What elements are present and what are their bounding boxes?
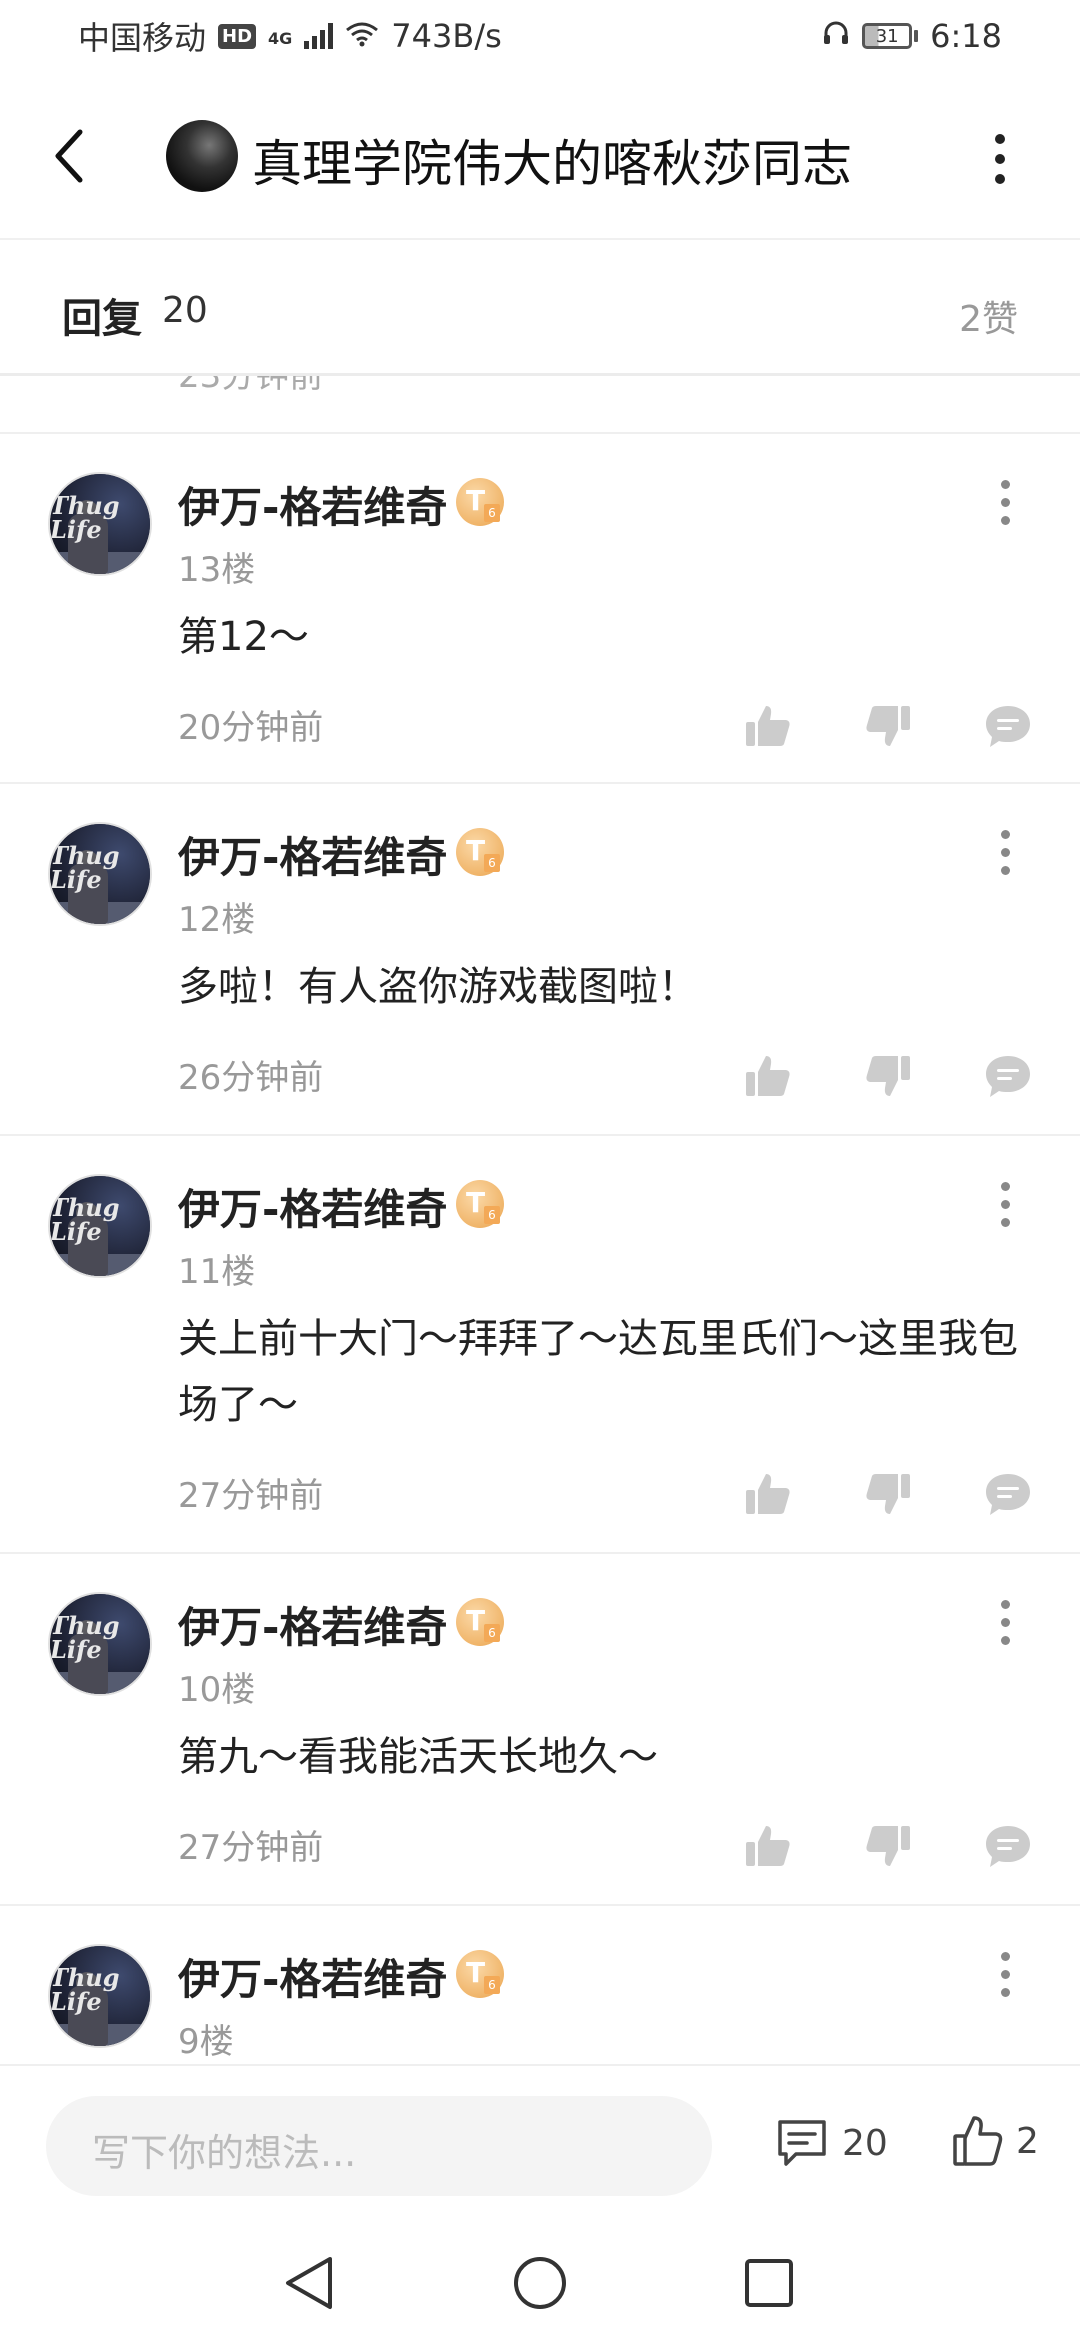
thumbs-up-icon[interactable] xyxy=(740,1818,796,1874)
carrier-label: 中国移动 xyxy=(78,19,207,57)
floor-number: 12楼 xyxy=(178,900,256,940)
thumbs-down-icon[interactable] xyxy=(860,698,916,754)
comment-count: 20 xyxy=(842,2122,888,2164)
status-right: 31 6:18 xyxy=(822,17,1002,55)
reply-label: 回复 xyxy=(62,296,142,342)
avatar-caption: Thug Life xyxy=(50,1963,120,2016)
comment-actions xyxy=(740,1048,1040,1108)
comment-actions xyxy=(740,1818,1040,1878)
comment-icon xyxy=(778,2120,826,2166)
forum-avatar[interactable] xyxy=(166,120,238,192)
comment-time: 26分钟前 xyxy=(178,1058,324,1098)
back-button[interactable] xyxy=(40,126,100,186)
username[interactable]: 伊万-格若维奇 xyxy=(178,1176,447,1237)
avatar[interactable]: Thug Life xyxy=(48,472,152,576)
triangle-back-icon xyxy=(286,2257,332,2309)
more-vertical-icon[interactable] xyxy=(990,822,1020,882)
floor-number: 10楼 xyxy=(178,1670,256,1710)
comment-text: 第12～ xyxy=(178,614,309,660)
page: 中国移动 HD 4G 743B/s 31 6:18 真理学院伟大的喀秋莎同志 2… xyxy=(0,0,1080,2340)
battery-icon: 31 xyxy=(862,23,919,49)
like-button[interactable]: 2 xyxy=(952,2114,1039,2168)
more-vertical-icon[interactable] xyxy=(990,1944,1020,2004)
bottom-comment-bar: 写下你的想法... 20 2 xyxy=(0,2064,1080,2224)
avatar[interactable]: Thug Life xyxy=(48,1592,152,1696)
more-vertical-icon[interactable] xyxy=(990,1592,1020,1652)
clock-label: 6:18 xyxy=(930,17,1002,55)
title-bar: 真理学院伟大的喀秋莎同志 xyxy=(0,102,1080,212)
wifi-icon xyxy=(345,17,379,55)
signal-icon xyxy=(304,23,334,49)
like-count: 2 xyxy=(1016,2120,1039,2162)
comment-text: 多啦！有人盗你游戏截图啦！ xyxy=(178,964,698,1010)
chat-bubble-icon[interactable] xyxy=(980,1466,1036,1522)
thumbs-up-icon[interactable] xyxy=(740,698,796,754)
username[interactable]: 伊万-格若维奇 xyxy=(178,474,447,535)
comment-text: 关上前十大门～拜拜了～达瓦里氏们～这里我包场了～ xyxy=(178,1316,1018,1428)
chat-bubble-icon[interactable] xyxy=(980,698,1036,754)
network-type-label: 4G xyxy=(268,29,293,48)
square-recents-icon xyxy=(745,2259,793,2307)
status-left: 中国移动 HD 4G 743B/s xyxy=(78,13,502,59)
more-vertical-icon[interactable] xyxy=(990,1174,1020,1234)
page-title[interactable]: 真理学院伟大的喀秋莎同志 xyxy=(252,124,852,196)
reply-summary-bar: 回复 20 2赞 xyxy=(0,240,1080,376)
level-badge-icon: T6 xyxy=(456,1598,504,1646)
more-vertical-icon[interactable] xyxy=(980,124,1020,194)
avatar[interactable]: Thug Life xyxy=(48,1174,152,1278)
thumbs-up-outline-icon xyxy=(953,2116,1003,2166)
headphones-icon xyxy=(822,17,850,55)
username[interactable]: 伊万-格若维奇 xyxy=(178,1946,447,2007)
username[interactable]: 伊万-格若维奇 xyxy=(178,1594,447,1655)
chat-bubble-icon[interactable] xyxy=(980,1818,1036,1874)
floor-number: 11楼 xyxy=(178,1252,256,1292)
status-bar: 中国移动 HD 4G 743B/s 31 6:18 xyxy=(0,0,1080,72)
comments-button[interactable]: 20 xyxy=(776,2118,888,2168)
chat-bubble-icon[interactable] xyxy=(980,1048,1036,1104)
avatar-caption: Thug Life xyxy=(50,491,120,544)
battery-level-label: 31 xyxy=(862,23,913,49)
comment-item[interactable]: Thug Life 伊万-格若维奇 T6 9楼 xyxy=(0,1906,1080,2064)
comment-input-placeholder: 写下你的想法... xyxy=(92,2131,357,2175)
thumbs-up-icon[interactable] xyxy=(740,1048,796,1104)
reply-count: 20 xyxy=(162,290,208,331)
thumbs-down-icon[interactable] xyxy=(860,1466,916,1522)
level-badge-icon: T6 xyxy=(456,1950,504,1998)
avatar[interactable]: Thug Life xyxy=(48,1944,152,2048)
circle-home-icon xyxy=(514,2257,566,2309)
comment-item[interactable]: Thug Life 伊万-格若维奇 T6 13楼 第12～ 20分钟前 xyxy=(0,434,1080,782)
comment-actions xyxy=(740,1466,1040,1526)
likes-count: 2赞 xyxy=(959,299,1018,340)
nav-back-button[interactable] xyxy=(274,2248,344,2318)
hd-icon: HD xyxy=(218,23,257,49)
comment-item[interactable]: Thug Life 伊万-格若维奇 T6 11楼 关上前十大门～拜拜了～达瓦里氏… xyxy=(0,1136,1080,1552)
floor-number: 9楼 xyxy=(178,2022,234,2062)
username[interactable]: 伊万-格若维奇 xyxy=(178,824,447,885)
system-nav-bar xyxy=(0,2226,1080,2340)
comment-time: 20分钟前 xyxy=(178,708,324,748)
comment-actions xyxy=(740,698,1040,758)
comment-time: 27分钟前 xyxy=(178,1476,324,1516)
thumbs-down-icon[interactable] xyxy=(860,1818,916,1874)
chevron-left-icon xyxy=(55,129,83,183)
more-vertical-icon[interactable] xyxy=(990,472,1020,532)
comment-item[interactable]: Thug Life 伊万-格若维奇 T6 12楼 多啦！有人盗你游戏截图啦！ 2… xyxy=(0,784,1080,1134)
floor-number: 13楼 xyxy=(178,550,256,590)
net-speed-label: 743B/s xyxy=(391,17,502,55)
level-badge-icon: T6 xyxy=(456,828,504,876)
level-badge-icon: T6 xyxy=(456,1180,504,1228)
nav-recents-button[interactable] xyxy=(734,2248,804,2318)
avatar-caption: Thug Life xyxy=(50,841,120,894)
comment-item[interactable]: Thug Life 伊万-格若维奇 T6 10楼 第九～看我能活天长地久～ 27… xyxy=(0,1554,1080,1904)
level-badge-icon: T6 xyxy=(456,478,504,526)
comment-input[interactable]: 写下你的想法... xyxy=(46,2096,712,2196)
thumbs-up-icon[interactable] xyxy=(740,1466,796,1522)
avatar-caption: Thug Life xyxy=(50,1611,120,1664)
comment-text: 第九～看我能活天长地久～ xyxy=(178,1734,658,1780)
nav-home-button[interactable] xyxy=(505,2248,575,2318)
avatar[interactable]: Thug Life xyxy=(48,822,152,926)
thumbs-down-icon[interactable] xyxy=(860,1048,916,1104)
comment-time: 27分钟前 xyxy=(178,1828,324,1868)
avatar-caption: Thug Life xyxy=(50,1193,120,1246)
